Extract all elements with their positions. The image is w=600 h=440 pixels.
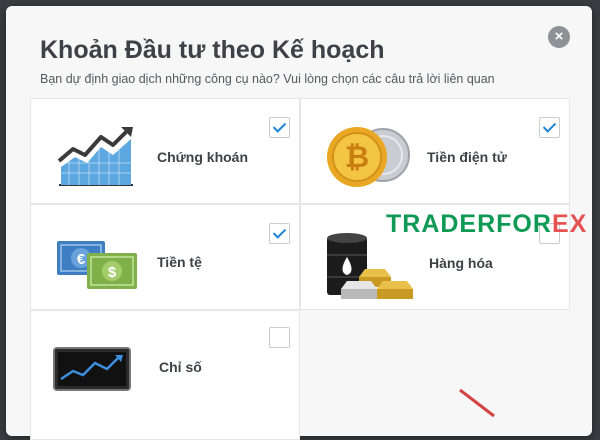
option-label: Tiền điện tử xyxy=(427,149,507,165)
commodities-icon xyxy=(327,233,413,299)
stocks-checkbox[interactable] xyxy=(269,117,290,138)
currency-notes-icon: € $ xyxy=(57,241,137,289)
close-icon: × xyxy=(554,28,564,45)
svg-text:₿: ₿ xyxy=(345,141,369,174)
dialog-subtitle: Bạn dự định giao dịch những công cụ nào?… xyxy=(40,72,495,86)
option-card-currency[interactable]: € $ Tiền tệ xyxy=(30,204,300,310)
option-label: Tiền tệ xyxy=(157,254,202,270)
svg-text:$: $ xyxy=(108,264,117,281)
option-label: Chứng khoán xyxy=(157,149,249,165)
close-button[interactable]: × xyxy=(548,26,570,48)
index-chart-icon xyxy=(53,347,131,391)
crypto-checkbox[interactable] xyxy=(539,117,560,138)
dialog-title: Khoản Đầu tư theo Kế hoạch xyxy=(40,36,385,64)
option-label: Hàng hóa xyxy=(429,255,493,271)
option-card-crypto[interactable]: ₿ Tiền điện tử xyxy=(300,98,570,204)
crypto-coins-icon: ₿ xyxy=(327,127,410,187)
currency-checkbox[interactable] xyxy=(269,223,290,244)
stock-chart-icon xyxy=(57,127,133,186)
option-card-index[interactable]: Chỉ số xyxy=(30,310,300,440)
option-label: Chỉ số xyxy=(159,359,202,375)
index-checkbox[interactable] xyxy=(269,327,290,348)
watermark-logo: TRADERFOREX xyxy=(386,210,588,238)
red-arrow-mark xyxy=(459,388,495,418)
svg-text:€: € xyxy=(77,251,86,268)
option-card-stocks[interactable]: Chứng khoán xyxy=(30,98,300,204)
